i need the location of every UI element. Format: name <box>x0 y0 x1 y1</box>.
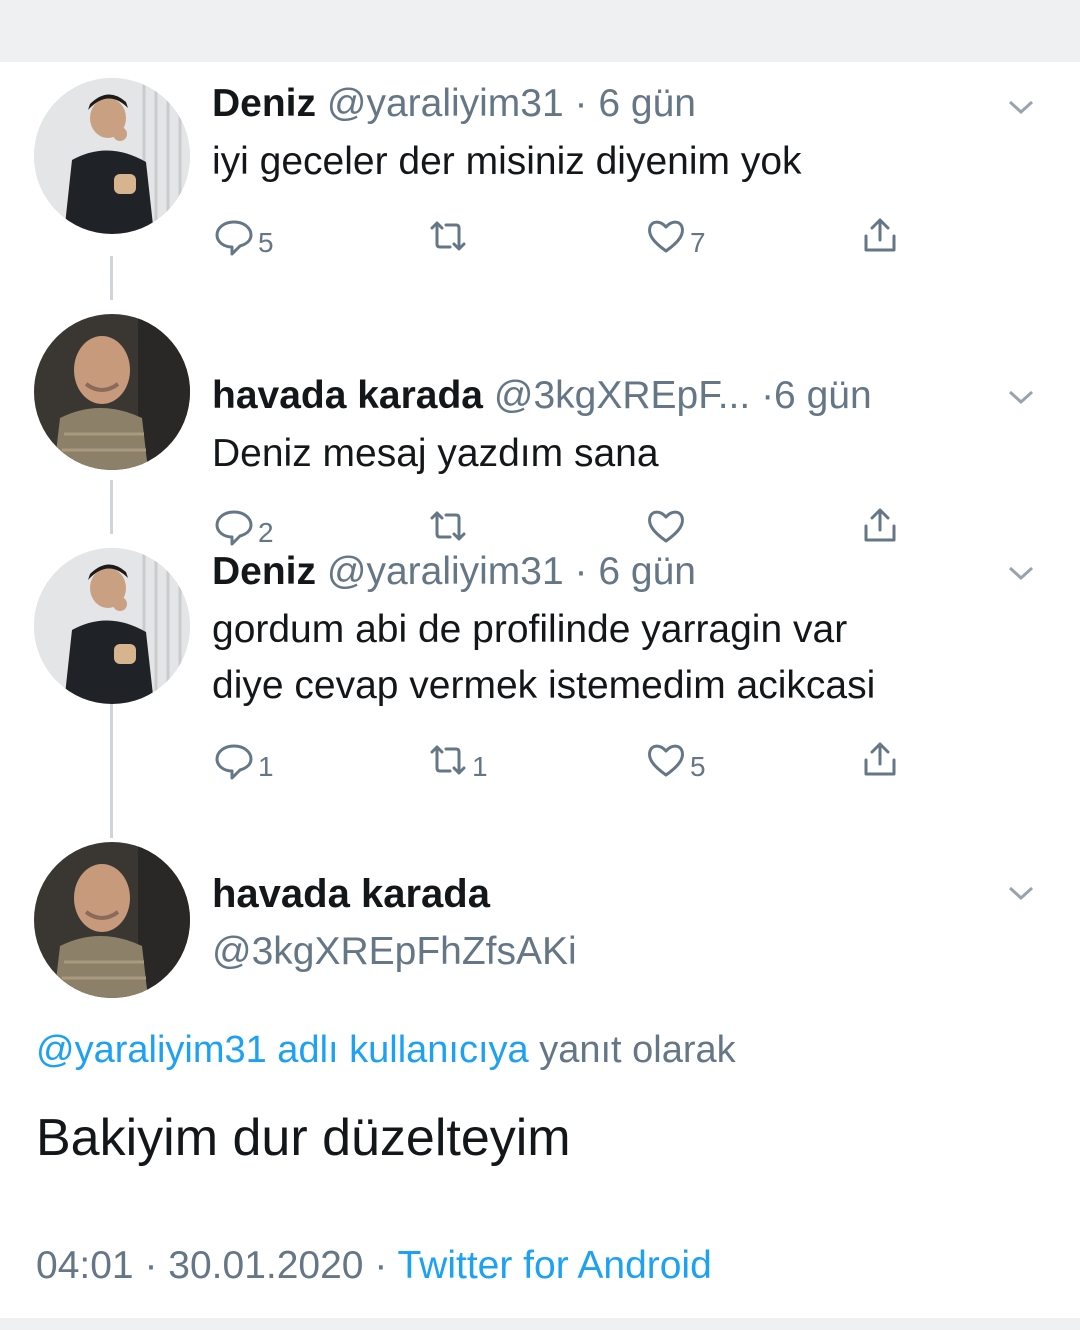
tweet-date[interactable]: 30.01.2020 <box>168 1244 363 1287</box>
replying-to-suffix: yanıt olarak <box>539 1029 736 1071</box>
tweet-text: iyi geceler der misiniz diyenim yok <box>212 134 802 190</box>
tweet-header: Deniz @yaraliyim31 · 6 gün <box>212 82 696 126</box>
tweet-text-line: diye cevap vermek istemedim acikcasi <box>212 664 876 707</box>
tweet-text-line: iyi geceler der misiniz diyenim yok <box>212 140 802 183</box>
tweet-time[interactable]: 04:01 <box>36 1244 134 1287</box>
avatar[interactable] <box>34 548 190 704</box>
tweet-thread-card: Deniz @yaraliyim31 · 6 gün iyi geceler d… <box>0 62 1080 1318</box>
tweet[interactable]: havada karada @3kgXREpF... ·6 gün Deniz … <box>0 300 1080 548</box>
heart-icon <box>648 220 684 253</box>
focus-author-handle[interactable]: @3kgXREpFhZfsAKi <box>212 928 577 976</box>
tweet-time[interactable]: · 6 gün <box>575 82 696 125</box>
heart-icon <box>648 744 684 777</box>
tweet-text: Deniz mesaj yazdım sana <box>212 426 659 482</box>
author-handle[interactable]: @yaraliyim31 <box>327 550 564 593</box>
focus-tweet-text: Bakiyim dur düzelteyim <box>36 1109 571 1167</box>
reply-button[interactable]: 5 <box>212 208 274 258</box>
tweet-source-link[interactable]: Twitter for Android <box>397 1244 711 1287</box>
like-button[interactable]: 5 <box>644 732 706 782</box>
like-count: 7 <box>690 227 706 258</box>
author-handle[interactable]: @3kgXREpF... <box>494 374 750 417</box>
tweet-text-line: gordum abi de profilinde yarragin var <box>212 608 848 651</box>
tweet-text-line: Deniz mesaj yazdım sana <box>212 432 659 475</box>
tweet-time[interactable]: · 6 gün <box>575 550 696 593</box>
chevron-down-icon[interactable] <box>1004 90 1038 124</box>
retweet-button[interactable] <box>426 208 472 258</box>
like-button[interactable]: 7 <box>644 208 706 258</box>
reply-button[interactable]: 1 <box>212 732 274 782</box>
avatar-young-man-image <box>34 78 190 234</box>
author-name[interactable]: havada karada <box>212 374 483 417</box>
tweet-actions: 1 1 5 <box>212 732 912 782</box>
replying-to-link[interactable]: @yaraliyim31 adlı kullanıcıya <box>36 1029 529 1071</box>
chevron-down-icon[interactable] <box>1004 876 1038 910</box>
replying-to: @yaraliyim31 adlı kullanıcıya yanıt olar… <box>36 1026 736 1074</box>
reply-count: 1 <box>258 751 274 782</box>
reply-count: 5 <box>258 227 274 258</box>
author-name[interactable]: Deniz <box>212 550 316 593</box>
avatar-bald-man-image <box>34 314 190 470</box>
avatar[interactable] <box>34 78 190 234</box>
like-count: 5 <box>690 751 706 782</box>
share-icon <box>864 742 896 776</box>
chevron-down-icon[interactable] <box>1004 556 1038 590</box>
retweet-count: 1 <box>472 751 488 782</box>
retweet-button[interactable]: 1 <box>426 732 488 782</box>
reply-icon <box>215 744 253 780</box>
share-button[interactable] <box>858 732 902 782</box>
tweet-time[interactable]: ·6 gün <box>761 374 872 417</box>
tweet-meta: 04:01 · 30.01.2020 · Twitter for Android <box>36 1242 712 1290</box>
avatar[interactable] <box>34 314 190 470</box>
tweet-actions: 5 7 <box>212 208 912 258</box>
share-icon <box>864 218 896 252</box>
meta-separator: · <box>374 1244 388 1287</box>
reply-icon <box>215 220 253 256</box>
tweet[interactable]: Deniz @yaraliyim31 · 6 gün gordum abi de… <box>0 538 1080 838</box>
tweet-text: gordum abi de profilinde yarragin var di… <box>212 602 875 714</box>
avatar-young-man-image <box>34 548 190 704</box>
focus-author-name[interactable]: havada karada <box>212 870 490 918</box>
author-name[interactable]: Deniz <box>212 82 316 125</box>
share-button[interactable] <box>858 208 902 258</box>
author-handle[interactable]: @yaraliyim31 <box>327 82 564 125</box>
avatar[interactable] <box>34 842 190 998</box>
tweet[interactable]: Deniz @yaraliyim31 · 6 gün iyi geceler d… <box>0 62 1080 292</box>
retweet-icon <box>430 745 466 775</box>
retweet-icon <box>430 221 466 251</box>
tweet-header: havada karada @3kgXREpF... ·6 gün <box>212 374 872 418</box>
avatar-bald-man-image <box>34 842 190 998</box>
meta-separator: · <box>144 1244 158 1287</box>
chevron-down-icon[interactable] <box>1004 380 1038 414</box>
tweet-header: Deniz @yaraliyim31 · 6 gün <box>212 550 696 594</box>
